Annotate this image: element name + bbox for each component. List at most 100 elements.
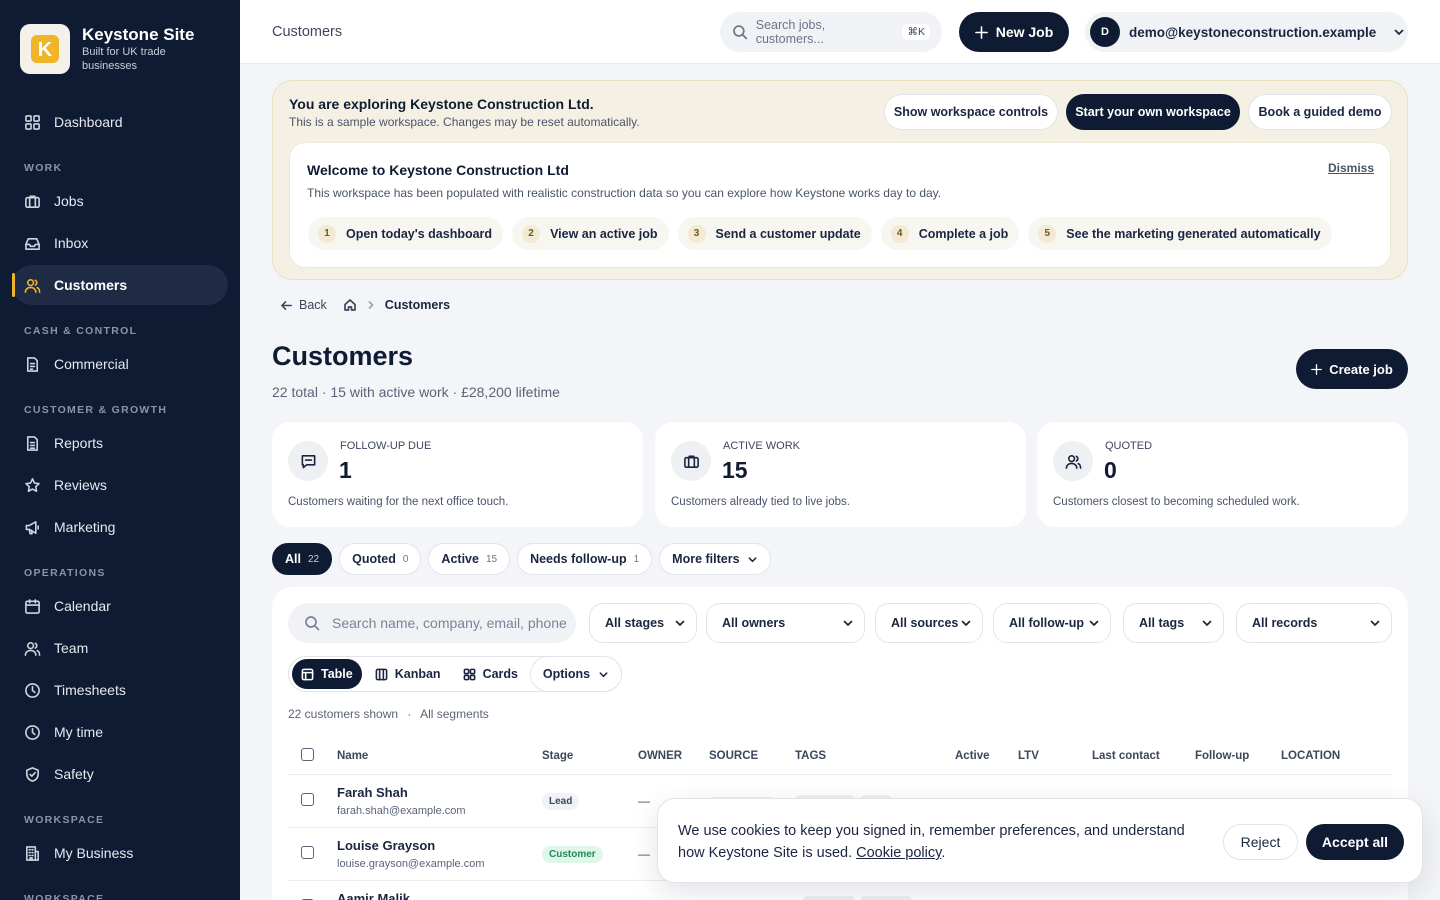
- chip-label: More filters: [672, 552, 740, 566]
- results-count: 22 customers shown: [288, 707, 399, 721]
- sidebar-item-calendar[interactable]: Calendar: [12, 586, 228, 626]
- document-icon: [26, 356, 39, 372]
- nav-section-growth: CUSTOMER & GROWTH: [24, 404, 168, 416]
- col-follow-up[interactable]: Follow-up: [1195, 750, 1249, 762]
- sidebar-item-inbox[interactable]: Inbox: [12, 223, 228, 263]
- new-job-button[interactable]: New Job: [959, 12, 1069, 52]
- sidebar-item-safety[interactable]: Safety: [12, 754, 228, 794]
- table-icon: [301, 668, 314, 680]
- back-link[interactable]: Back: [280, 298, 327, 312]
- stage-badge: Lead: [542, 793, 580, 810]
- options-button[interactable]: Options: [530, 656, 622, 692]
- sidebar-item-marketing[interactable]: Marketing: [12, 507, 228, 547]
- brand[interactable]: K Keystone Site Built for UK trade busin…: [20, 24, 194, 74]
- col-active[interactable]: Active: [955, 750, 990, 762]
- filter-owners[interactable]: All owners: [706, 603, 865, 643]
- customer-email: farah.shah@example.com: [337, 805, 466, 817]
- row-checkbox[interactable]: [301, 793, 314, 806]
- chip-quoted[interactable]: Quoted 0: [339, 543, 422, 575]
- skeleton-placeholder: [860, 896, 912, 900]
- start-workspace-button[interactable]: Start your own workspace: [1066, 94, 1240, 130]
- customer-search-input[interactable]: Search name, company, email, phone: [288, 603, 576, 643]
- plus-icon: [1311, 363, 1323, 375]
- filter-records[interactable]: All records: [1236, 603, 1392, 643]
- sidebar-item-jobs[interactable]: Jobs: [12, 181, 228, 221]
- table-header: Name Stage OWNER SOURCE TAGS Active LTV …: [288, 741, 1392, 775]
- search-shortcut: ⌘K: [902, 24, 930, 40]
- chip-more-filters[interactable]: More filters: [659, 543, 771, 575]
- show-workspace-controls-button[interactable]: Show workspace controls: [884, 94, 1058, 130]
- stat-label: ACTIVE WORK: [723, 440, 801, 452]
- cookie-policy-link[interactable]: Cookie policy: [856, 845, 941, 861]
- sidebar-item-team[interactable]: Team: [12, 628, 228, 668]
- onboarding-step[interactable]: 2 View an active job: [512, 217, 669, 250]
- create-job-button[interactable]: Create job: [1296, 349, 1408, 389]
- col-ltv[interactable]: LTV: [1018, 750, 1039, 762]
- book-demo-button[interactable]: Book a guided demo: [1248, 94, 1392, 130]
- customer-name[interactable]: Aamir Malik: [337, 891, 410, 900]
- sidebar-item-label: Marketing: [54, 519, 116, 535]
- col-last-contact[interactable]: Last contact: [1092, 750, 1160, 762]
- select-all-checkbox[interactable]: [301, 748, 314, 761]
- chevron-down-icon: [1370, 620, 1380, 626]
- sidebar-item-label: Team: [54, 640, 89, 656]
- stat-icon-wrap: [671, 441, 711, 481]
- table-row[interactable]: Aamir Malik: [288, 881, 1392, 900]
- grid-icon: [463, 668, 475, 680]
- chevron-down-icon: [961, 620, 971, 626]
- sidebar-item-commercial[interactable]: Commercial: [12, 344, 228, 384]
- chip-all[interactable]: All 22: [272, 543, 333, 575]
- sidebar-item-label: Safety: [54, 766, 94, 782]
- col-name[interactable]: Name: [337, 750, 368, 762]
- customer-email: louise.grayson@example.com: [337, 858, 485, 870]
- sidebar-item-reviews[interactable]: Reviews: [12, 465, 228, 505]
- reject-cookies-button[interactable]: Reject: [1223, 824, 1298, 860]
- onboarding-steps: 1 Open today's dashboard 2 View an active …: [308, 217, 1332, 250]
- step-number: 1: [318, 224, 336, 243]
- col-stage[interactable]: Stage: [542, 750, 573, 762]
- col-tags[interactable]: TAGS: [795, 750, 826, 762]
- onboarding-step[interactable]: 4 Complete a job: [880, 217, 1020, 250]
- stat-card-quoted: QUOTED 0 Customers closest to becoming s…: [1037, 422, 1408, 527]
- topbar: Customers Search jobs, customers... ⌘K N…: [240, 0, 1440, 64]
- view-table[interactable]: Table: [292, 659, 362, 689]
- filter-tags[interactable]: All tags: [1123, 603, 1224, 643]
- onboarding-step[interactable]: 5 See the marketing generated automatical…: [1028, 217, 1332, 250]
- row-checkbox[interactable]: [301, 846, 314, 859]
- sidebar-item-timesheets[interactable]: Timesheets: [12, 670, 228, 710]
- welcome-card: Welcome to Keystone Construction Ltd Thi…: [289, 142, 1391, 268]
- sidebar-item-dashboard[interactable]: Dashboard: [12, 102, 228, 142]
- filter-sources[interactable]: All sources: [875, 603, 983, 643]
- user-menu[interactable]: D demo@keystoneconstruction.example: [1085, 12, 1408, 52]
- results-summary: 22 customers shown · All segments: [288, 707, 489, 721]
- chip-active[interactable]: Active 15: [428, 543, 511, 575]
- stat-value: 0: [1104, 457, 1117, 483]
- sidebar-item-reports[interactable]: Reports: [12, 423, 228, 463]
- welcome-title: Welcome to Keystone Construction Ltd: [307, 162, 569, 178]
- inbox-icon: [25, 237, 40, 250]
- sidebar-item-my-time[interactable]: My time: [12, 712, 228, 752]
- onboarding-step[interactable]: 3 Send a customer update: [677, 217, 872, 250]
- chip-needs-follow-up[interactable]: Needs follow-up 1: [517, 543, 653, 575]
- col-location[interactable]: LOCATION: [1281, 750, 1340, 762]
- sidebar-item-customers[interactable]: Customers: [12, 265, 228, 305]
- stat-value: 1: [339, 457, 352, 483]
- col-owner[interactable]: OWNER: [638, 750, 682, 762]
- customer-name[interactable]: Louise Grayson: [337, 838, 435, 853]
- onboarding-step[interactable]: 1 Open today's dashboard: [308, 217, 504, 250]
- filter-follow-up[interactable]: All follow-up: [993, 603, 1111, 643]
- megaphone-icon: [25, 520, 39, 534]
- col-source[interactable]: SOURCE: [709, 750, 758, 762]
- sidebar-item-label: Inbox: [54, 235, 89, 251]
- results-separator: ·: [407, 707, 412, 721]
- view-kanban[interactable]: Kanban: [366, 659, 450, 689]
- global-search[interactable]: Search jobs, customers... ⌘K: [720, 12, 942, 52]
- dashboard-icon: [25, 114, 40, 130]
- view-cards[interactable]: Cards: [454, 659, 527, 689]
- home-icon[interactable]: [343, 298, 357, 312]
- accept-cookies-button[interactable]: Accept all: [1306, 824, 1404, 860]
- filter-stages[interactable]: All stages: [589, 603, 697, 643]
- dismiss-link[interactable]: Dismiss: [1328, 161, 1374, 175]
- customer-name[interactable]: Farah Shah: [337, 785, 408, 800]
- sidebar-item-my-business[interactable]: My Business: [12, 833, 228, 873]
